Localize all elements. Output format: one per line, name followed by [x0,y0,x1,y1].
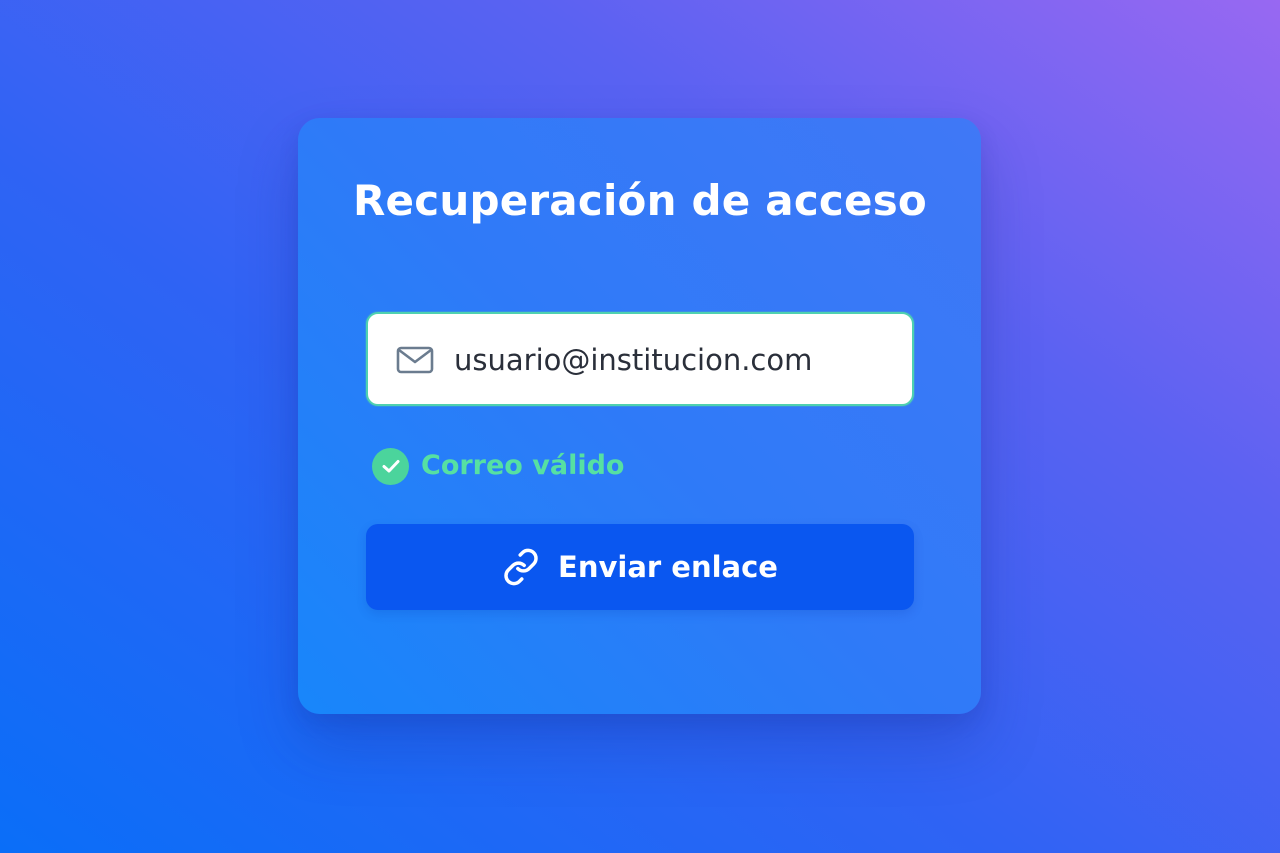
validation-message: Correo válido [372,447,624,485]
validation-text: Correo válido [421,450,625,481]
check-circle-icon [372,447,409,485]
email-field[interactable] [366,312,914,406]
envelope-icon [396,346,434,374]
send-link-label: Enviar enlace [558,550,778,584]
send-link-button[interactable]: Enviar enlace [366,524,914,610]
link-icon [504,548,538,586]
page-title: Recuperación de acceso [353,176,927,225]
email-input[interactable] [454,332,894,388]
